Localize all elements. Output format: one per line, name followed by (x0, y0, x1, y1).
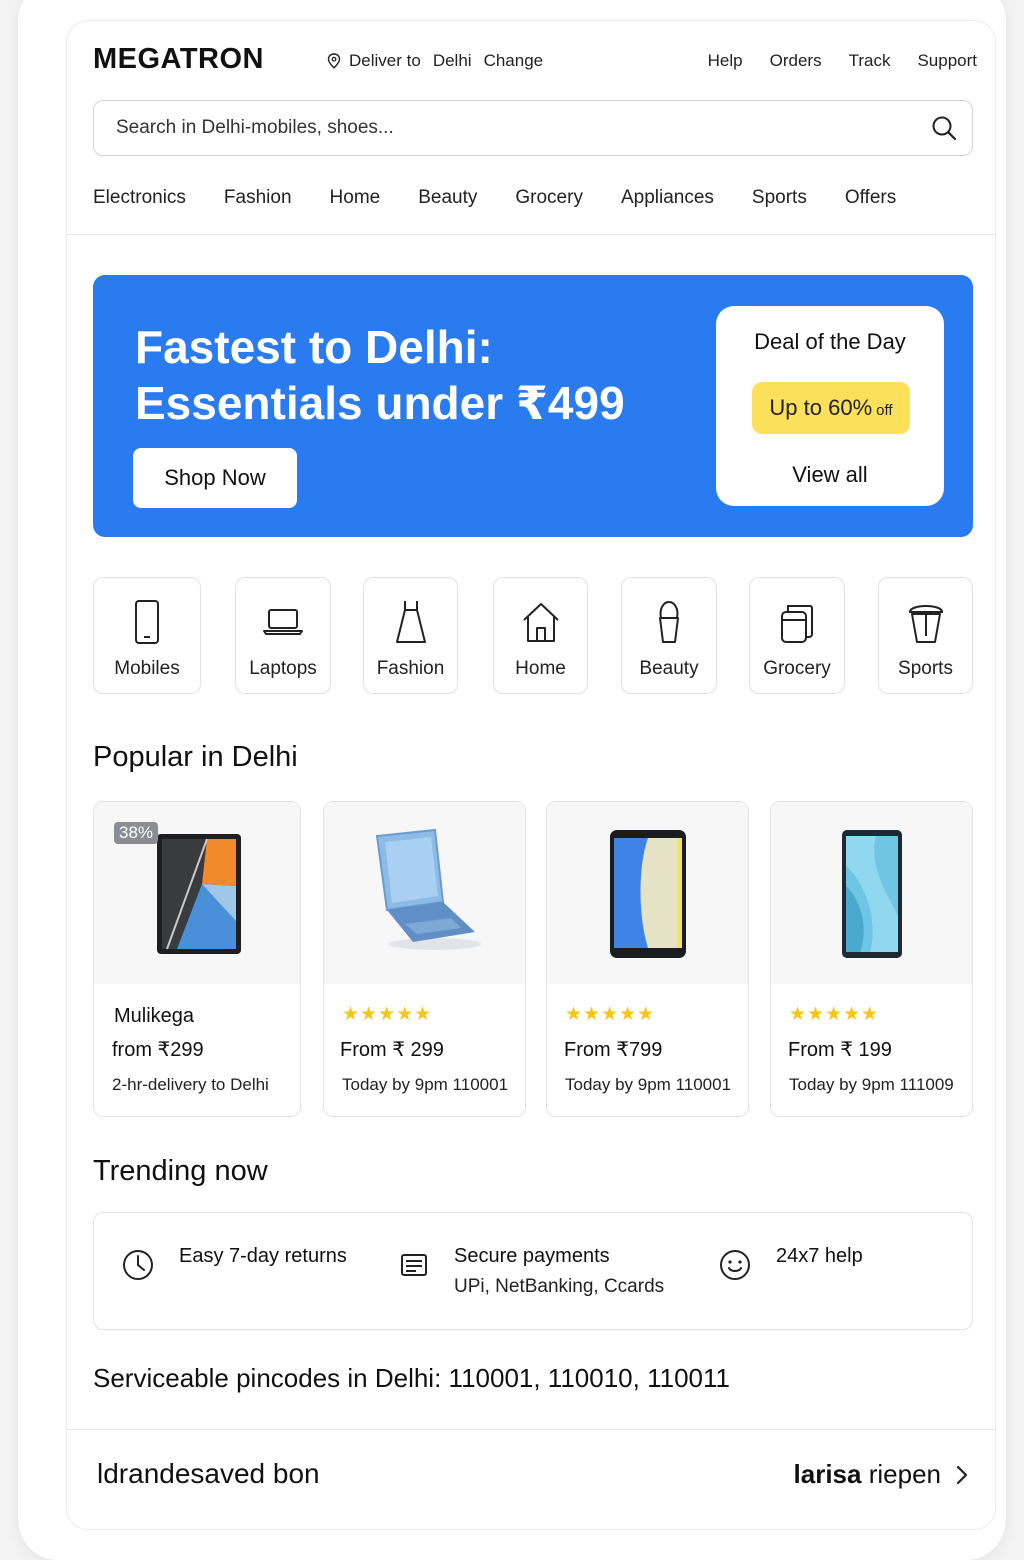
nav-sports[interactable]: Sports (752, 187, 807, 209)
receipt-icon (401, 1254, 427, 1276)
category-label: Home (515, 658, 566, 679)
product-price: from ₹299 (112, 1039, 204, 1061)
rating-stars: ★★★★★ (342, 1004, 433, 1025)
trending-section-title: Trending now (93, 1155, 268, 1187)
trending-item-title: Secure payments (454, 1245, 610, 1267)
logo[interactable]: MEGATRON (93, 43, 264, 76)
footer-link-text: riepen (868, 1459, 941, 1489)
product-image (547, 802, 748, 984)
hero-title-line-2: Essentials under ₹499 (135, 377, 625, 429)
top-links: Help Orders Track Support (708, 51, 977, 71)
device-frame: MEGATRON Deliver to Delhi Change Help Or… (18, 0, 1006, 1560)
nav-electronics[interactable]: Electronics (93, 187, 186, 209)
category-tile-beauty[interactable]: Beauty (621, 577, 717, 694)
change-location-link[interactable]: Change (484, 51, 544, 71)
product-card[interactable]: ★★★★★ From ₹799 Today by 9pm 110001 (546, 801, 749, 1117)
category-label: Mobiles (114, 658, 180, 679)
product-delivery: Today by 9pm 110001 (342, 1075, 509, 1094)
nav-offers[interactable]: Offers (845, 187, 896, 209)
category-tile-mobiles[interactable]: Mobiles (93, 577, 201, 694)
deal-discount-text: Up to 60% (769, 395, 873, 420)
search-icon[interactable] (930, 114, 958, 142)
phone-image (841, 830, 902, 958)
track-link[interactable]: Track (849, 51, 891, 71)
chevron-right-icon (956, 1465, 968, 1484)
app-screen: MEGATRON Deliver to Delhi Change Help Or… (66, 20, 996, 1530)
help-link[interactable]: Help (708, 51, 743, 71)
orders-link[interactable]: Orders (770, 51, 822, 71)
product-card[interactable]: ★★★★★ From ₹ 299 Today by 9pm 110001 (323, 801, 526, 1117)
hero-title-line-1: Fastest to Delhi: (135, 321, 493, 373)
grocery-jar-icon (781, 605, 813, 643)
phone-image (609, 830, 686, 958)
trending-panel: Easy 7-day returns Secure payments UPi, … (93, 1212, 973, 1330)
footer-link[interactable]: larisa riepen (794, 1459, 969, 1490)
rating-stars: ★★★★★ (789, 1004, 880, 1025)
product-name: Mulikega (114, 1005, 195, 1027)
clock-icon (123, 1250, 153, 1280)
category-label: Sports (898, 658, 953, 679)
deal-title: Deal of the Day (754, 329, 906, 354)
nav-beauty[interactable]: Beauty (418, 187, 477, 209)
footer-title: ldrandesaved bon (97, 1458, 320, 1489)
location-pin-icon (327, 53, 341, 69)
deliver-location[interactable]: Deliver to Delhi Change (327, 51, 543, 71)
category-label: Fashion (376, 658, 445, 679)
trending-item-title: Easy 7-day returns (179, 1245, 347, 1267)
category-label: Beauty (639, 658, 699, 679)
hero-title: Fastest to Delhi: Essentials under ₹499 (135, 319, 695, 431)
deal-discount-badge[interactable]: Up to 60% off (752, 382, 910, 434)
header-divider (67, 234, 995, 235)
category-tile-home[interactable]: Home (493, 577, 588, 694)
tablet-image (157, 834, 241, 954)
deal-of-the-day-card[interactable]: Deal of the Day Up to 60% off View all (716, 306, 944, 506)
category-tile-fashion[interactable]: Fashion (363, 577, 458, 694)
serviceable-pincodes: Serviceable pincodes in Delhi: 110001, 1… (93, 1363, 730, 1393)
search-placeholder: Search in Delhi-mobiles, shoes... (116, 117, 394, 138)
product-delivery: 2-hr-delivery to Delhi (112, 1075, 269, 1094)
laptop-image (375, 828, 481, 950)
dress-icon (395, 601, 426, 643)
nav-appliances[interactable]: Appliances (621, 187, 714, 209)
deal-discount-suffix: off (876, 401, 893, 419)
mobile-icon (135, 600, 159, 644)
shop-now-button[interactable]: Shop Now (133, 448, 297, 508)
product-price: From ₹799 (564, 1039, 663, 1061)
deliver-city: Delhi (432, 51, 472, 70)
product-price: From ₹ 299 (340, 1039, 444, 1061)
hero-banner: Fastest to Delhi: Essentials under ₹499 … (93, 275, 973, 537)
popular-section-title: Popular in Delhi (93, 741, 298, 773)
category-label: Laptops (249, 658, 317, 679)
deliver-label: Deliver to (349, 51, 421, 70)
product-image (324, 802, 525, 984)
product-price: From ₹ 199 (788, 1039, 892, 1061)
category-nav: Electronics Fashion Home Beauty Grocery … (93, 187, 934, 209)
search-input[interactable]: Search in Delhi-mobiles, shoes... (93, 100, 973, 156)
laptop-icon (263, 609, 303, 635)
support-link[interactable]: Support (917, 51, 977, 71)
product-card[interactable]: ★★★★★ From ₹ 199 Today by 9pm 111009 (770, 801, 973, 1117)
footer-link-bold: larisa (793, 1459, 862, 1489)
category-tile-laptops[interactable]: Laptops (235, 577, 331, 694)
trending-item-title: 24x7 help (776, 1245, 863, 1267)
rating-stars: ★★★★★ (565, 1004, 656, 1025)
nav-home[interactable]: Home (330, 187, 381, 209)
nav-fashion[interactable]: Fashion (224, 187, 292, 209)
product-delivery: Today by 9pm 111009 (789, 1075, 954, 1094)
home-icon (522, 603, 559, 642)
trending-item-subtitle: UPi, NetBanking, Ccards (454, 1276, 665, 1297)
product-image (771, 802, 972, 984)
smiley-icon (720, 1250, 750, 1280)
footer-divider (67, 1429, 995, 1430)
nav-grocery[interactable]: Grocery (515, 187, 583, 209)
category-tile-sports[interactable]: Sports (878, 577, 973, 694)
category-label: Grocery (763, 658, 831, 679)
category-tile-grocery[interactable]: Grocery (749, 577, 845, 694)
cup-icon (908, 605, 943, 643)
ice-cream-icon (659, 600, 679, 643)
discount-badge: 38% (114, 822, 159, 844)
product-card[interactable]: 38% Mulikega from ₹299 2-hr-delivery to … (93, 801, 301, 1117)
product-delivery: Today by 9pm 110001 (565, 1075, 732, 1094)
view-all-link[interactable]: View all (716, 462, 944, 488)
